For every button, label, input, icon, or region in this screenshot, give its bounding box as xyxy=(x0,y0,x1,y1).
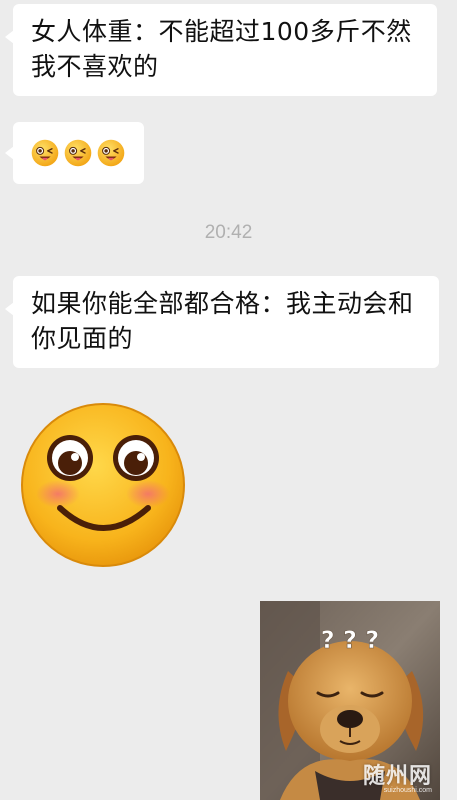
message-text: 如果你能全部都合格：我主动会和 你见面的 xyxy=(31,289,414,353)
emoji-row xyxy=(13,122,144,167)
emoji-message-bubble[interactable] xyxy=(5,122,144,184)
chat-timestamp: 20:42 xyxy=(204,222,253,243)
message-bubble[interactable]: 女人体重：不能超过100多斤不然 我不喜欢的 xyxy=(5,4,437,96)
question-marks-caption: ? ? ? xyxy=(321,626,379,654)
tongue-wink-emoji-icon xyxy=(97,139,125,167)
blushing-smile-sticker-icon[interactable] xyxy=(20,402,186,568)
dog-meme-photo[interactable]: ? ? ? 随州网 suizhoushi.com xyxy=(260,601,440,800)
message-bubble[interactable]: 如果你能全部都合格：我主动会和 你见面的 xyxy=(5,276,439,368)
message-text: 女人体重：不能超过100多斤不然 我不喜欢的 xyxy=(31,17,412,81)
watermark-logo: 随州网 xyxy=(362,764,432,789)
tongue-wink-emoji-icon xyxy=(31,139,59,167)
watermark: 随州网 suizhoushi.com xyxy=(363,758,432,794)
tongue-wink-emoji-icon xyxy=(64,139,92,167)
